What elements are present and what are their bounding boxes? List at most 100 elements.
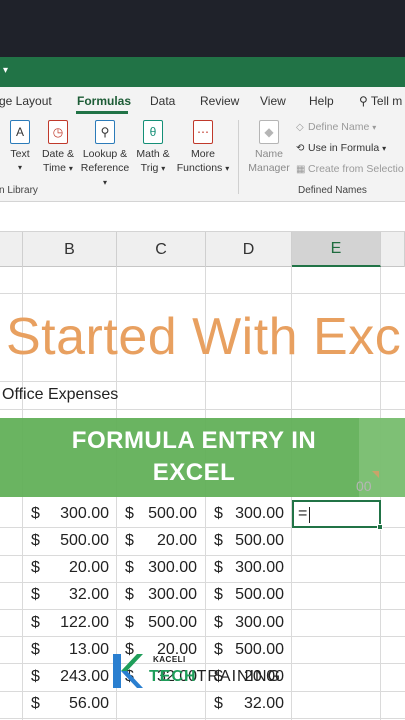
chevron-down-icon: ▾ bbox=[68, 164, 73, 173]
tag-icon: ◆ bbox=[259, 120, 279, 144]
cell-b-value[interactable]: $243.00 bbox=[31, 664, 109, 691]
tab-formulas[interactable]: Formulas bbox=[77, 94, 131, 108]
magnifier-book-icon: ⚲ bbox=[95, 120, 115, 144]
window-top-bar bbox=[0, 0, 405, 57]
math-trig-button[interactable]: θ Math & Trig ▾ bbox=[133, 120, 173, 176]
logo-training-text: TRAINING bbox=[196, 668, 282, 685]
banner-line-2: EXCEL bbox=[152, 459, 236, 486]
currency-symbol: $ bbox=[31, 614, 40, 631]
define-name-label: Define Name bbox=[308, 121, 370, 133]
currency-symbol: $ bbox=[31, 695, 40, 712]
cell-b-value[interactable]: $32.00 bbox=[31, 582, 109, 609]
define-name-button[interactable]: ◇ Define Name ▾ bbox=[296, 121, 376, 133]
ribbon-tabs: ge Layout Formulas Data Review View Help… bbox=[0, 87, 405, 114]
chevron-down-icon: ▾ bbox=[17, 163, 22, 172]
currency-symbol: $ bbox=[31, 641, 40, 658]
cell-b-value[interactable]: $300.00 bbox=[31, 501, 109, 528]
cell-amount: 13.00 bbox=[68, 641, 109, 658]
cell-amount: 122.00 bbox=[60, 614, 109, 631]
column-header-c[interactable]: C bbox=[117, 232, 206, 267]
column-header-b[interactable]: B bbox=[23, 232, 117, 267]
theta-icon: θ bbox=[143, 120, 163, 144]
cell-c-value[interactable]: $500.00 bbox=[125, 501, 197, 528]
chevron-down-icon: ▾ bbox=[372, 123, 377, 132]
cell-b-value[interactable]: $500.00 bbox=[31, 528, 109, 555]
chevron-down-icon: ▾ bbox=[382, 144, 387, 153]
lookup-label-1: Lookup & bbox=[82, 148, 128, 160]
tab-page-layout[interactable]: ge Layout bbox=[0, 94, 52, 108]
math-label-1: Math & bbox=[136, 148, 170, 160]
tab-review[interactable]: Review bbox=[200, 94, 239, 108]
cell-amount: 500.00 bbox=[148, 614, 197, 631]
cell-amount: 32.00 bbox=[243, 695, 284, 712]
quick-access-caret-icon[interactable]: ▾ bbox=[3, 65, 8, 76]
cell-b-value[interactable]: $20.00 bbox=[31, 555, 109, 582]
cell-d-value[interactable]: $32.00 bbox=[214, 691, 284, 718]
lookup-reference-button[interactable]: ⚲ Lookup & Reference ▾ bbox=[79, 120, 131, 190]
cell-c-value[interactable]: $500.00 bbox=[125, 610, 197, 637]
logo-kaceli-text: KACELI bbox=[153, 655, 186, 664]
tab-view[interactable]: View bbox=[260, 94, 286, 108]
cell-amount: 20.00 bbox=[156, 532, 197, 549]
tab-data[interactable]: Data bbox=[150, 94, 175, 108]
cell-d-value[interactable]: $300.00 bbox=[214, 501, 284, 528]
currency-symbol: $ bbox=[31, 559, 40, 576]
create-from-selection-label: Create from Selectio bbox=[308, 163, 404, 175]
cell-amount: 500.00 bbox=[235, 532, 284, 549]
currency-symbol: $ bbox=[31, 586, 40, 603]
cell-amount: 56.00 bbox=[68, 695, 109, 712]
column-header-f[interactable] bbox=[381, 232, 405, 267]
cell-b-value[interactable]: $122.00 bbox=[31, 610, 109, 637]
cell-amount: 243.00 bbox=[60, 668, 109, 685]
cell-c-value[interactable]: $300.00 bbox=[125, 582, 197, 609]
cell-d-value[interactable]: $300.00 bbox=[214, 610, 284, 637]
cell-amount: 500.00 bbox=[235, 586, 284, 603]
text-function-icon: A bbox=[10, 120, 30, 144]
currency-symbol: $ bbox=[31, 668, 40, 685]
currency-symbol: $ bbox=[214, 586, 223, 603]
cell-amount: 300.00 bbox=[60, 505, 109, 522]
use-in-formula-button[interactable]: ⟲ Use in Formula ▾ bbox=[296, 142, 386, 154]
create-from-selection-button[interactable]: ▦ Create from Selectio bbox=[296, 163, 404, 175]
currency-symbol: $ bbox=[214, 532, 223, 549]
use-in-formula-label: Use in Formula bbox=[308, 142, 380, 154]
date-time-label-1: Date & bbox=[41, 148, 75, 160]
math-label-2: Trig bbox=[140, 162, 159, 174]
currency-symbol: $ bbox=[125, 586, 134, 603]
cell-amount: 300.00 bbox=[235, 505, 284, 522]
currency-symbol: $ bbox=[214, 505, 223, 522]
chevron-down-icon: ▾ bbox=[161, 164, 166, 173]
search-icon: ⚲ bbox=[359, 94, 368, 108]
currency-symbol: $ bbox=[214, 559, 223, 576]
more-functions-button[interactable]: ⋯ More Functions ▾ bbox=[175, 120, 231, 176]
currency-symbol: $ bbox=[214, 614, 223, 631]
text-cursor bbox=[309, 507, 310, 523]
cell-d-value[interactable]: $300.00 bbox=[214, 555, 284, 582]
name-manager-button[interactable]: ◆ Name Manager bbox=[247, 120, 291, 175]
column-headers: B C D E bbox=[0, 232, 405, 267]
active-cell-e[interactable]: = bbox=[292, 500, 383, 530]
cell-b-value[interactable]: $13.00 bbox=[31, 637, 109, 664]
cell-comment-indicator bbox=[372, 471, 379, 478]
fill-handle[interactable] bbox=[377, 524, 383, 530]
tab-help[interactable]: Help bbox=[309, 94, 334, 108]
cell-amount: 300.00 bbox=[235, 614, 284, 631]
active-cell-input[interactable]: = bbox=[298, 505, 307, 523]
column-header-a[interactable] bbox=[0, 232, 23, 267]
cell-c-value[interactable]: $20.00 bbox=[125, 528, 197, 555]
currency-symbol: $ bbox=[125, 505, 134, 522]
cell-amount: 32.00 bbox=[68, 586, 109, 603]
cell-amount: 20.00 bbox=[68, 559, 109, 576]
text-functions-button[interactable]: A Text ▾ bbox=[8, 120, 32, 175]
chevron-down-icon: ▾ bbox=[102, 178, 107, 187]
column-header-d[interactable]: D bbox=[206, 232, 292, 267]
cell-b-value[interactable]: $56.00 bbox=[31, 691, 109, 718]
cell-d-value[interactable]: $500.00 bbox=[214, 582, 284, 609]
tell-me-search[interactable]: ⚲ Tell m bbox=[359, 94, 402, 108]
cell-d-value[interactable]: $500.00 bbox=[214, 528, 284, 555]
partially-hidden-cell-text: 00 bbox=[356, 478, 372, 494]
column-header-e[interactable]: E bbox=[292, 232, 381, 267]
formula-bar[interactable] bbox=[0, 202, 405, 232]
cell-c-value[interactable]: $300.00 bbox=[125, 555, 197, 582]
date-time-button[interactable]: ◷ Date & Time ▾ bbox=[38, 120, 78, 176]
